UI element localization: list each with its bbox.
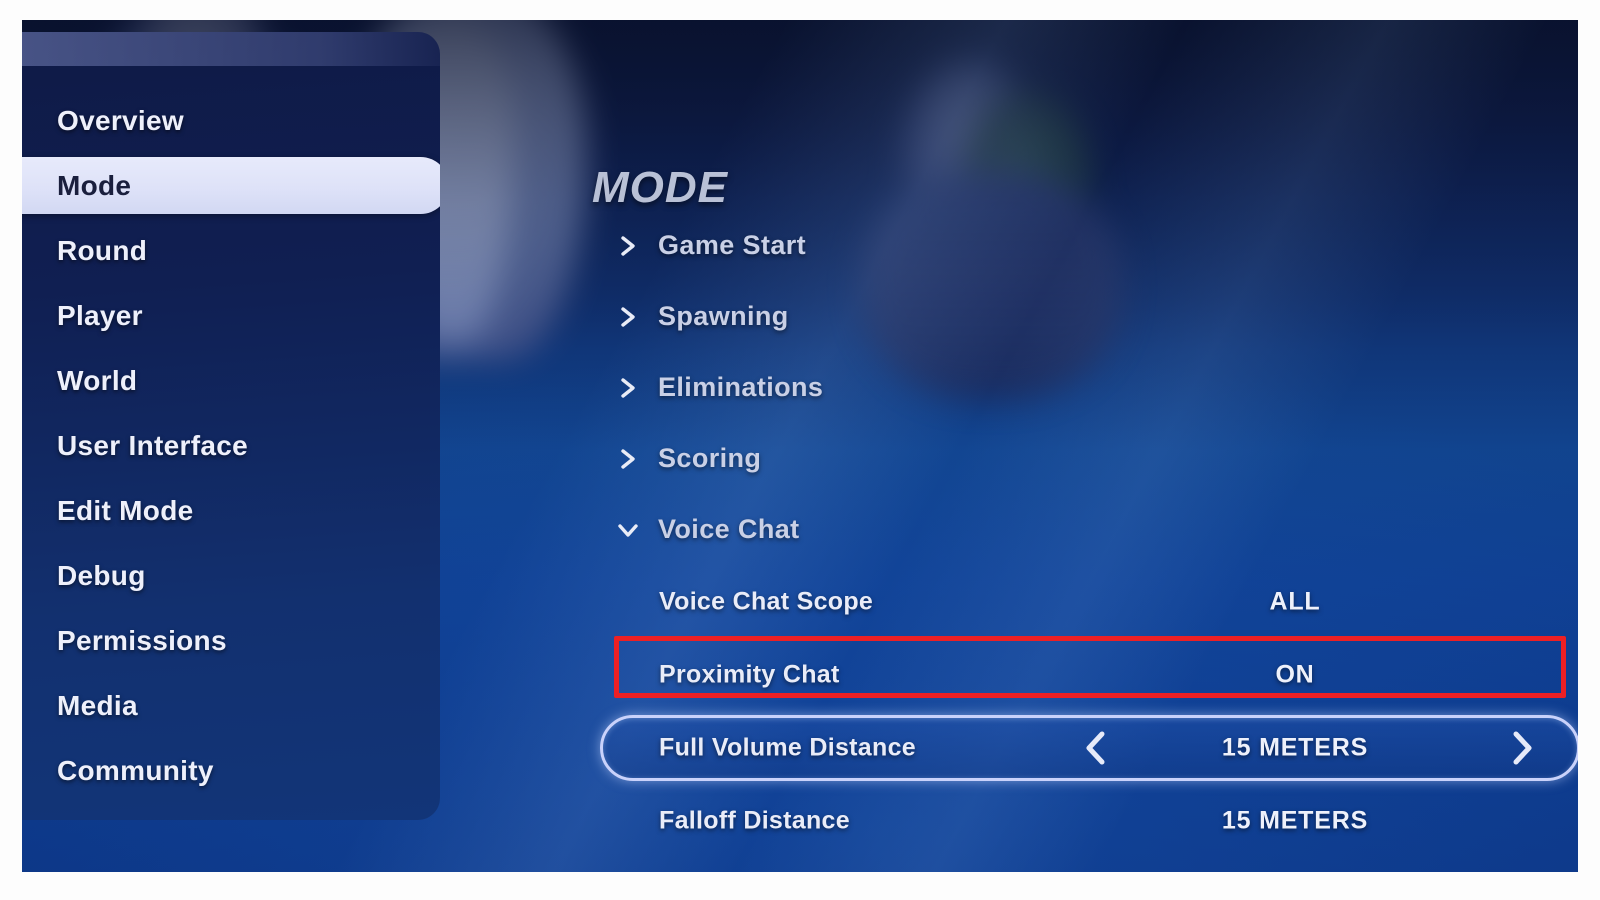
- screenshot-canvas: Overview Mode Round Player World User Interfa…: [0, 0, 1600, 900]
- game-settings-window: Overview Mode Round Player World User Interfa…: [22, 20, 1578, 872]
- sidebar-item-label: World: [57, 364, 138, 396]
- setting-label: Full Volume Distance: [659, 733, 916, 761]
- section-header-label: Eliminations: [658, 372, 824, 402]
- setting-row-proximity-chat[interactable]: Proximity Chat ON: [440, 636, 1578, 711]
- setting-value[interactable]: 15 METERS: [1140, 806, 1450, 835]
- sidebar-item-edit-mode[interactable]: Edit Mode: [22, 478, 440, 543]
- setting-row-full-volume-distance[interactable]: Full Volume Distance 15 METERS: [440, 711, 1578, 784]
- sidebar-item-label: Round: [57, 234, 148, 266]
- sidebar-item-list: Overview Mode Round Player World User Interfa…: [22, 88, 440, 803]
- section-header-label: Spawning: [658, 301, 789, 331]
- chevron-right-icon[interactable]: [615, 233, 641, 259]
- sidebar-item-label: Debug: [57, 559, 146, 591]
- setting-row-voice-chat-scope[interactable]: Voice Chat Scope ALL: [440, 565, 1578, 638]
- sidebar-item-permissions[interactable]: Permissions: [22, 608, 440, 673]
- sidebar-item-label: Mode: [57, 169, 132, 201]
- sidebar-item-label: Edit Mode: [57, 494, 194, 526]
- sidebar-item-label: Player: [57, 299, 143, 331]
- chevron-right-icon[interactable]: [615, 304, 641, 330]
- settings-list: Game Start Spawning Eliminations Scoring Voi…: [440, 210, 1578, 857]
- sidebar-item-user-interface[interactable]: User Interface: [22, 413, 440, 478]
- setting-value[interactable]: ALL: [1140, 587, 1450, 616]
- chevron-right-icon[interactable]: [1508, 730, 1538, 766]
- sidebar-item-label: User Interface: [57, 429, 248, 461]
- sidebar-item-label: Media: [57, 689, 138, 721]
- section-header-label: Voice Chat: [658, 514, 800, 544]
- sidebar-item-player[interactable]: Player: [22, 283, 440, 348]
- setting-label: Falloff Distance: [659, 806, 850, 834]
- sidebar-item-label: Permissions: [57, 624, 227, 656]
- section-header-game-start[interactable]: Game Start: [440, 210, 1578, 281]
- section-header-eliminations[interactable]: Eliminations: [440, 352, 1578, 423]
- settings-content-pane: MODE Game Start Spawning Eliminations Scori…: [440, 20, 1578, 872]
- settings-sidebar: Overview Mode Round Player World User Interfa…: [22, 32, 440, 820]
- chevron-left-icon[interactable]: [1080, 730, 1110, 766]
- section-header-label: Scoring: [658, 443, 762, 473]
- setting-value[interactable]: ON: [1140, 660, 1450, 689]
- chevron-right-icon[interactable]: [615, 375, 641, 401]
- sidebar-item-label: Community: [57, 754, 214, 786]
- section-header-label: Game Start: [658, 230, 807, 260]
- section-header-voice-chat[interactable]: Voice Chat: [440, 494, 1578, 565]
- sidebar-item-community[interactable]: Community: [22, 738, 440, 803]
- sidebar-item-label: Overview: [57, 104, 184, 136]
- sidebar-top-highlight: [22, 32, 440, 66]
- sidebar-item-mode[interactable]: Mode: [22, 153, 440, 218]
- sidebar-item-round[interactable]: Round: [22, 218, 440, 283]
- setting-row-falloff-distance[interactable]: Falloff Distance 15 METERS: [440, 784, 1578, 857]
- section-header-scoring[interactable]: Scoring: [440, 423, 1578, 494]
- section-header-spawning[interactable]: Spawning: [440, 281, 1578, 352]
- sidebar-item-world[interactable]: World: [22, 348, 440, 413]
- setting-label: Proximity Chat: [659, 660, 840, 688]
- chevron-right-icon[interactable]: [615, 446, 641, 472]
- chevron-down-icon[interactable]: [615, 517, 641, 543]
- setting-label: Voice Chat Scope: [659, 587, 874, 615]
- setting-value[interactable]: 15 METERS: [1140, 733, 1450, 762]
- page-title: MODE: [592, 163, 728, 212]
- sidebar-item-debug[interactable]: Debug: [22, 543, 440, 608]
- sidebar-item-media[interactable]: Media: [22, 673, 440, 738]
- sidebar-item-overview[interactable]: Overview: [22, 88, 440, 153]
